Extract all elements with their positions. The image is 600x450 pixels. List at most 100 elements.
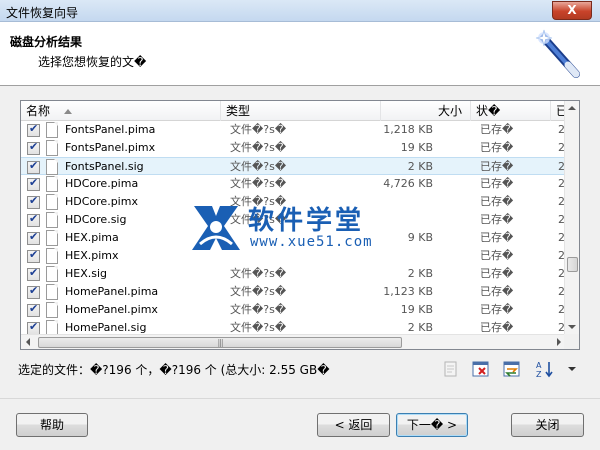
table-row[interactable]: HDCore.pima文件�?s�4,726 KB已存�2 xyxy=(21,175,566,193)
cell-state: 已存� xyxy=(480,303,514,316)
scrollbar-corner xyxy=(564,334,579,349)
row-checkbox[interactable] xyxy=(27,266,40,281)
clear-selection-icon[interactable] xyxy=(472,360,490,378)
watermark: 软件学堂 www.xue51.com xyxy=(190,200,400,260)
scroll-right-arrow-icon[interactable] xyxy=(557,338,561,346)
row-checkbox[interactable] xyxy=(27,159,40,174)
back-button[interactable]: < 返回 xyxy=(317,413,390,437)
cell-state: 已存� xyxy=(480,160,514,173)
title-bar: 文件恢复向导 X xyxy=(0,0,600,22)
cell-state: 已存� xyxy=(480,195,514,208)
cell-name: HomePanel.pima xyxy=(65,285,159,298)
cell-size: 1,218 KB xyxy=(383,123,433,136)
cell-state: 已存� xyxy=(480,141,514,154)
cell-state: 已存� xyxy=(480,213,514,226)
file-icon xyxy=(46,194,58,210)
svg-text:A: A xyxy=(536,361,542,370)
row-checkbox[interactable] xyxy=(27,140,40,155)
horizontal-scroll-thumb[interactable]: ||| xyxy=(38,337,402,348)
file-icon xyxy=(46,212,58,228)
cell-state: 已存� xyxy=(480,267,514,280)
button-separator xyxy=(0,398,600,399)
cell-state: 已存� xyxy=(480,231,514,244)
cell-name: FontsPanel.sig xyxy=(65,160,144,173)
dropdown-arrow-icon[interactable] xyxy=(566,360,578,378)
cell-state: 已存� xyxy=(480,123,514,136)
cell-type: 文件�?s� xyxy=(230,123,287,136)
file-icon xyxy=(46,302,58,318)
file-icon xyxy=(46,176,58,192)
column-header-state[interactable]: 状� xyxy=(471,101,551,121)
close-icon: X xyxy=(567,3,577,17)
wizard-header: 磁盘分析结果 选择您想恢复的文� xyxy=(0,22,600,86)
cell-state: 已存� xyxy=(480,285,514,298)
row-checkbox[interactable] xyxy=(27,194,40,209)
properties-icon[interactable] xyxy=(442,360,460,378)
horizontal-scrollbar[interactable]: ||| xyxy=(21,334,566,349)
scroll-up-arrow-icon[interactable] xyxy=(568,106,576,110)
next-button[interactable]: 下一� > xyxy=(396,413,468,437)
window-close-button[interactable]: X xyxy=(552,1,592,20)
row-checkbox[interactable] xyxy=(27,248,40,263)
svg-text:Z: Z xyxy=(536,370,542,378)
table-row[interactable]: FontsPanel.pima文件�?s�1,218 KB已存�2 xyxy=(21,121,566,139)
watermark-logo-icon xyxy=(192,206,240,250)
cell-size: 2 KB xyxy=(407,160,433,173)
window-title: 文件恢复向导 xyxy=(6,6,79,20)
cell-state: 已存� xyxy=(480,177,514,190)
sort-icon[interactable]: A Z xyxy=(536,360,554,378)
filter-icon[interactable] xyxy=(503,360,521,378)
column-state-label: 状� xyxy=(476,104,501,118)
cell-name: FontsPanel.pimx xyxy=(65,141,156,154)
cell-type: 文件�?s� xyxy=(230,160,287,173)
file-icon xyxy=(46,140,58,156)
column-header-size[interactable]: 大小 xyxy=(381,101,471,121)
cell-size: 2 KB xyxy=(407,267,433,280)
column-name-label: 名称 xyxy=(26,104,51,118)
scroll-left-arrow-icon[interactable] xyxy=(26,338,30,346)
cell-name: FontsPanel.pima xyxy=(65,123,156,136)
column-header-name[interactable]: 名称 xyxy=(21,101,221,121)
table-row[interactable]: FontsPanel.pimx文件�?s�19 KB已存�2 xyxy=(21,139,566,157)
row-checkbox[interactable] xyxy=(27,176,40,191)
header-subtitle: 选择您想恢复的文� xyxy=(38,55,147,69)
table-row[interactable]: FontsPanel.sig文件�?s�2 KB已存�2 xyxy=(21,157,566,175)
vertical-scroll-thumb[interactable] xyxy=(567,257,578,272)
header-title: 磁盘分析结果 xyxy=(10,35,83,49)
cell-type: 文件�?s� xyxy=(230,285,287,298)
column-header-type[interactable]: 类型 xyxy=(221,101,381,121)
watermark-text: 软件学堂 xyxy=(248,206,365,236)
file-icon xyxy=(46,230,58,246)
cell-type: 文件�?s� xyxy=(230,177,287,190)
cell-type: 文件�?s� xyxy=(230,141,287,154)
column-size-label: 大小 xyxy=(437,104,462,118)
row-checkbox[interactable] xyxy=(27,284,40,299)
row-checkbox[interactable] xyxy=(27,122,40,137)
cell-name: HEX.sig xyxy=(65,267,108,280)
cell-size: 4,726 KB xyxy=(383,177,433,190)
help-button[interactable]: 帮助 xyxy=(16,413,88,437)
close-button[interactable]: 关闭 xyxy=(511,413,584,437)
cell-state: 已存� xyxy=(480,249,514,262)
column-header-row: 名称 类型 大小 状� 已修 xyxy=(21,101,579,121)
scroll-down-arrow-icon[interactable] xyxy=(568,325,576,329)
row-checkbox[interactable] xyxy=(27,230,40,245)
row-checkbox[interactable] xyxy=(27,302,40,317)
cell-size: 19 KB xyxy=(400,141,433,154)
table-row[interactable]: HomePanel.pimx文件�?s�19 KB已存�2 xyxy=(21,301,566,319)
column-type-label: 类型 xyxy=(226,104,251,118)
file-icon xyxy=(46,284,58,300)
sort-ascending-icon xyxy=(64,109,73,114)
file-icon xyxy=(46,122,58,138)
magic-wand-icon xyxy=(535,29,580,78)
table-row[interactable]: HomePanel.pima文件�?s�1,123 KB已存�2 xyxy=(21,283,566,301)
cell-type: 文件�?s� xyxy=(230,303,287,316)
file-icon xyxy=(46,248,58,264)
vertical-scrollbar[interactable] xyxy=(564,101,579,334)
selection-status: 选定的文件：�?196 个，�?196 个 (总大小: 2.55 GB� xyxy=(18,363,330,377)
table-row[interactable]: HEX.sig文件�?s�2 KB已存�2 xyxy=(21,265,566,283)
row-checkbox[interactable] xyxy=(27,212,40,227)
watermark-url: www.xue51.com xyxy=(250,234,373,250)
cell-type: 文件�?s� xyxy=(230,267,287,280)
cell-size: 19 KB xyxy=(400,303,433,316)
